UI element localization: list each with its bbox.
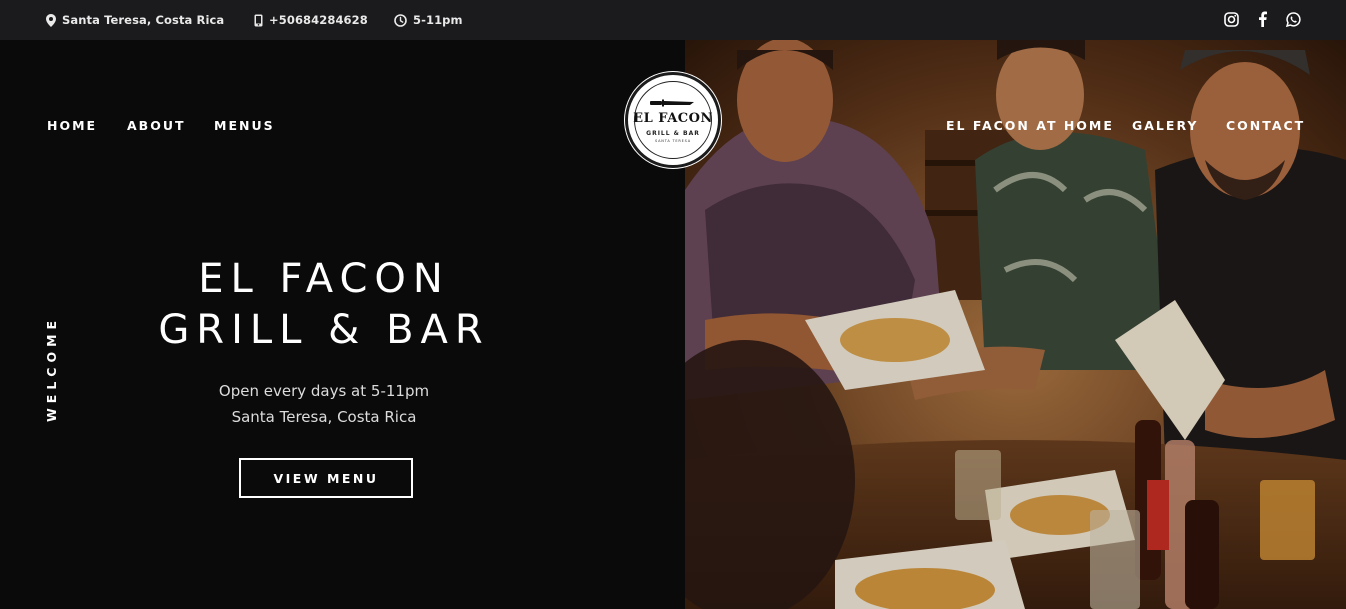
nav-home[interactable]: HOME xyxy=(47,118,97,133)
instagram-icon[interactable] xyxy=(1221,9,1241,29)
map-pin-icon xyxy=(46,13,56,27)
nav-contact[interactable]: CONTACT xyxy=(1226,118,1305,133)
top-info-bar: Santa Teresa, Costa Rica +50684284628 5-… xyxy=(0,0,1346,40)
hero-subtitle-location: Santa Teresa, Costa Rica xyxy=(231,408,417,426)
hero-title-line1: EL FACON xyxy=(198,256,450,302)
logo-tagline: SANTA TERESA xyxy=(655,139,691,143)
location-text: Santa Teresa, Costa Rica xyxy=(62,13,225,27)
nav-about[interactable]: ABOUT xyxy=(127,118,186,133)
hours-text: 5-11pm xyxy=(413,13,463,27)
welcome-side-label: WELCOME xyxy=(44,315,59,422)
logo-subtitle: GRILL & BAR xyxy=(646,130,700,137)
location-info: Santa Teresa, Costa Rica xyxy=(46,11,224,29)
logo-title: EL FACON xyxy=(633,111,713,126)
nav-el-facon-at-home[interactable]: EL FACON AT HOME xyxy=(946,118,1114,133)
phone-info[interactable]: +50684284628 xyxy=(254,11,368,29)
mobile-phone-icon xyxy=(254,14,263,27)
nav-menus[interactable]: MENUS xyxy=(214,118,275,133)
el-facon-logo[interactable]: EL FACON GRILL & BAR SANTA TERESA xyxy=(625,72,721,168)
phone-text[interactable]: +50684284628 xyxy=(269,13,368,27)
hero-title-line2: GRILL & BAR xyxy=(158,307,490,353)
view-menu-button[interactable]: VIEW MENU xyxy=(239,458,413,498)
knife-icon xyxy=(650,99,694,107)
hero-subtitle-hours: Open every days at 5-11pm xyxy=(218,382,430,400)
clock-icon xyxy=(394,13,407,27)
facebook-icon[interactable] xyxy=(1252,9,1272,29)
hours-info: 5-11pm xyxy=(394,11,463,29)
whatsapp-icon[interactable] xyxy=(1283,9,1303,29)
nav-galery[interactable]: GALERY xyxy=(1132,118,1198,133)
